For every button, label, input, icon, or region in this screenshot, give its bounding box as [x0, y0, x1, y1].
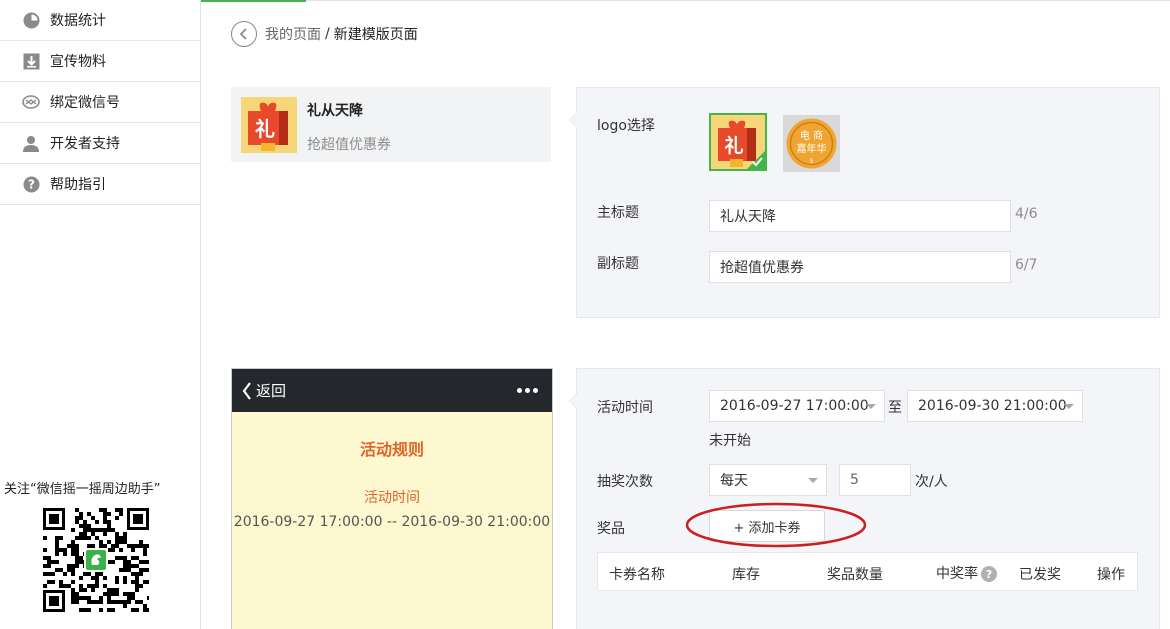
- logo-option-carnival[interactable]: 电 商 嘉年华 S: [783, 115, 840, 172]
- qr-section: 关注“微信摇一摇周边助手”: [0, 478, 201, 612]
- prize-label: 奖品: [597, 521, 625, 537]
- title-input[interactable]: 礼从天降: [709, 200, 1011, 232]
- chevron-down-icon: [808, 478, 818, 483]
- draws-frequency-select[interactable]: 每天: [709, 464, 827, 496]
- preview-subtitle: 抢超值优惠券: [307, 137, 391, 153]
- breadcrumb-current: 新建模版页面: [333, 27, 418, 43]
- start-time-value: 2016-09-27 17:00:00: [720, 398, 869, 414]
- start-time-select[interactable]: 2016-09-27 17:00:00: [709, 390, 885, 422]
- basic-info-panel: logo选择 礼 电 商 嘉年华 S 主标题 礼从天降 4/6 副标题 抢超值优…: [569, 87, 1160, 318]
- svg-text:嘉年华: 嘉年华: [797, 142, 827, 155]
- subtitle-input[interactable]: 抢超值优惠券: [709, 251, 1011, 283]
- svg-text:礼: 礼: [724, 134, 743, 157]
- svg-text:S: S: [810, 158, 814, 165]
- col-prize-qty: 奖品数量: [827, 567, 883, 583]
- sidebar-item-label: 宣传物料: [50, 54, 106, 70]
- download-icon: [22, 52, 40, 70]
- preview-card: 礼 礼从天降 抢超值优惠券: [231, 87, 551, 162]
- qr-caption: 关注“微信摇一摇周边助手”: [4, 482, 161, 497]
- subtitle-label: 副标题: [597, 256, 639, 272]
- help-icon[interactable]: ?: [981, 566, 997, 582]
- col-card-name: 卡券名称: [609, 567, 665, 583]
- annotation-ellipse: [685, 502, 867, 548]
- breadcrumb: 我的页面 / 新建模版页面: [231, 21, 418, 47]
- logo-option-gift[interactable]: 礼: [709, 113, 767, 171]
- chevron-down-icon: [1064, 404, 1074, 409]
- qr-code: [43, 508, 151, 612]
- carnival-badge-icon: 电 商 嘉年华 S: [786, 118, 837, 169]
- question-icon: ?: [22, 175, 40, 193]
- rules-title: 活动规则: [359, 440, 424, 459]
- draws-count-input[interactable]: 5: [839, 464, 911, 496]
- col-stock: 库存: [732, 567, 760, 583]
- time-range: 2016-09-27 17:00:00 -- 2016-09-30 21:00:…: [233, 514, 551, 530]
- col-awarded: 已发奖: [1019, 567, 1061, 583]
- col-win-rate-label: 中奖率: [936, 566, 978, 582]
- top-divider: [306, 0, 1170, 1]
- svg-text:礼: 礼: [255, 117, 275, 141]
- wechat-link-icon: [22, 93, 40, 111]
- sidebar-item-label: 绑定微信号: [50, 95, 120, 111]
- sidebar-item-help[interactable]: ? 帮助指引: [0, 164, 200, 205]
- activity-status: 未开始: [709, 433, 751, 449]
- gift-logo-icon: 礼: [241, 97, 297, 153]
- draws-count-value: 5: [850, 472, 859, 488]
- activity-time-label: 活动时间: [597, 400, 653, 416]
- chevron-down-icon: [866, 404, 876, 409]
- title-char-count: 4/6: [1015, 206, 1038, 222]
- end-time-select[interactable]: 2016-09-30 21:00:00: [907, 390, 1083, 422]
- sidebar-item-bind-wechat[interactable]: 绑定微信号: [0, 82, 200, 123]
- svg-text:?: ?: [28, 177, 35, 191]
- phone-preview: 返回 活动规则 活动时间 2016-09-27 17:00:00 -- 2016…: [231, 368, 553, 629]
- draws-unit: 次/人: [915, 474, 948, 490]
- time-title: 活动时间: [364, 490, 420, 506]
- breadcrumb-parent[interactable]: 我的页面: [265, 24, 321, 44]
- back-button[interactable]: [231, 21, 257, 47]
- sidebar-item-label: 开发者支持: [50, 136, 120, 152]
- user-icon: [22, 134, 40, 152]
- title-label: 主标题: [597, 205, 639, 221]
- chevron-left-icon: [242, 381, 251, 400]
- pie-chart-icon: [22, 11, 40, 29]
- more-icon[interactable]: [517, 388, 538, 393]
- col-actions: 操作: [1097, 567, 1125, 583]
- phone-back-label[interactable]: 返回: [256, 380, 286, 401]
- subtitle-char-count: 6/7: [1015, 257, 1038, 273]
- panel-pointer: [569, 393, 577, 409]
- draws-label: 抽奖次数: [597, 474, 653, 490]
- time-to-label: 至: [888, 400, 902, 416]
- phone-nav-bar: 返回: [232, 369, 552, 412]
- logo-label: logo选择: [597, 118, 655, 134]
- sidebar-item-developer[interactable]: 开发者支持: [0, 123, 200, 164]
- sidebar-item-stats[interactable]: 数据统计: [0, 0, 200, 41]
- panel-pointer: [569, 112, 577, 128]
- sidebar-item-materials[interactable]: 宣传物料: [0, 41, 200, 82]
- end-time-value: 2016-09-30 21:00:00: [918, 398, 1067, 414]
- sidebar-item-label: 数据统计: [50, 13, 106, 29]
- svg-text:电 商: 电 商: [800, 129, 823, 142]
- sidebar-item-label: 帮助指引: [50, 177, 106, 193]
- prize-table-header: 卡券名称 库存 奖品数量 中奖率? 已发奖 操作: [597, 552, 1138, 591]
- draws-frequency-value: 每天: [720, 473, 748, 489]
- preview-title: 礼从天降: [307, 103, 363, 119]
- top-accent-bar: [201, 0, 306, 2]
- breadcrumb-separator: /: [325, 26, 330, 42]
- chevron-left-icon: [239, 28, 247, 40]
- col-win-rate: 中奖率?: [936, 563, 997, 583]
- sidebar: 数据统计 宣传物料 绑定微信号 开发者支持 ? 帮助指引 关注“微信摇一摇周边助…: [0, 0, 201, 629]
